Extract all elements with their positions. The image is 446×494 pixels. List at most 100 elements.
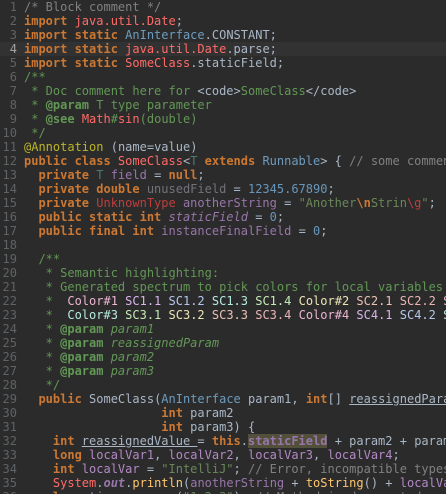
code-token: Color#2 bbox=[298, 294, 357, 308]
code-text[interactable]: * @see Math#sin(double) bbox=[24, 112, 197, 126]
code-line[interactable]: 6 /** bbox=[0, 70, 446, 84]
code-line[interactable]: 32 int reassignedValue = this.staticFiel… bbox=[0, 434, 446, 448]
code-text[interactable]: * Generated spectrum to pick colors for … bbox=[24, 280, 446, 294]
line-number: 7 bbox=[9, 84, 17, 98]
code-text[interactable]: System.out.println(anotherString + toStr… bbox=[24, 476, 446, 490]
code-text[interactable]: * @param T type parameter bbox=[24, 98, 212, 112]
code-line[interactable]: 27 * @param param3 bbox=[0, 364, 446, 378]
code-token: "1.2.3" bbox=[183, 490, 234, 494]
code-line[interactable]: 23 * Color#3 SC3.1 SC3.2 SC3.3 SC3.4 Col… bbox=[0, 308, 446, 322]
code-line[interactable]: 20 * Semantic highlighting: bbox=[0, 266, 446, 280]
line-number: 1 bbox=[9, 0, 17, 14]
code-token: println bbox=[132, 476, 183, 490]
code-line[interactable]: 5 import static SomeClass.staticField; bbox=[0, 56, 446, 70]
code-text[interactable]: int param3) { bbox=[24, 420, 255, 434]
code-text[interactable]: import static java.util.Date.parse; bbox=[24, 42, 277, 56]
line-number: 26 bbox=[2, 350, 17, 364]
code-token: ; bbox=[276, 56, 285, 70]
code-line[interactable]: 3 import static AnInterface.CONSTANT; bbox=[0, 28, 446, 42]
code-line[interactable]: 25 * @param reassignedParam bbox=[0, 336, 446, 350]
code-text[interactable]: public class SomeClass<T extends Runnabl… bbox=[24, 154, 446, 168]
line-number: 14 bbox=[2, 182, 17, 196]
code-token: ; bbox=[327, 182, 335, 196]
code-text[interactable]: import static AnInterface.CONSTANT; bbox=[24, 28, 277, 42]
code-line[interactable]: 35 System.out.println(anotherString + to… bbox=[0, 476, 446, 490]
code-token: SC4.2 bbox=[399, 308, 444, 322]
code-line[interactable]: 14 private double unusedField = 12345.67… bbox=[0, 182, 446, 196]
code-token: UnknownType bbox=[96, 196, 183, 210]
code-text[interactable]: @Annotation (name=value) bbox=[24, 140, 197, 154]
code-text[interactable]: * Color#1 SC1.1 SC1.2 SC1.3 SC1.4 Color#… bbox=[24, 294, 446, 308]
code-token: = bbox=[255, 210, 270, 224]
code-text[interactable]: /** bbox=[24, 70, 46, 84]
code-text[interactable]: import java.util.Date; bbox=[24, 14, 183, 28]
code-text[interactable]: int reassignedValue = this.staticField +… bbox=[24, 434, 446, 448]
code-token: extends bbox=[204, 154, 263, 168]
code-token: = bbox=[154, 168, 169, 182]
code-text[interactable]: * @param param1 bbox=[24, 322, 154, 336]
code-token: * bbox=[24, 112, 46, 126]
code-token: unusedField bbox=[146, 182, 234, 196]
code-text[interactable]: public final int instanceFinalField = 0; bbox=[24, 224, 327, 238]
code-line[interactable]: 24 * @param param1 bbox=[0, 322, 446, 336]
code-text[interactable]: * Semantic highlighting: bbox=[24, 266, 219, 280]
code-line[interactable]: 2 import java.util.Date; bbox=[0, 14, 446, 28]
code-line[interactable]: 10 */ bbox=[0, 126, 446, 140]
code-token: SC1.2 bbox=[168, 294, 212, 308]
code-line[interactable]: 30 int param2 bbox=[0, 406, 446, 420]
code-line[interactable]: 16 public static int staticField = 0; bbox=[0, 210, 446, 224]
code-text[interactable]: int param2 bbox=[24, 406, 234, 420]
code-text[interactable]: private double unusedField = 12345.67890… bbox=[24, 182, 335, 196]
code-text[interactable]: private UnknownType anotherString = "Ano… bbox=[24, 196, 435, 210]
code-line[interactable]: 31 int param3) { bbox=[0, 420, 446, 434]
code-token: toString bbox=[305, 476, 364, 490]
code-line[interactable]: 33 long localVar1, localVar2, localVar3,… bbox=[0, 448, 446, 462]
code-text[interactable]: * @param param2 bbox=[24, 350, 154, 364]
code-text[interactable]: */ bbox=[24, 126, 45, 140]
code-text[interactable]: long localVar1, localVar2, localVar3, lo… bbox=[24, 448, 400, 462]
code-token: @param bbox=[60, 350, 111, 364]
code-text[interactable]: * Color#3 SC3.1 SC3.2 SC3.3 SC3.4 Color#… bbox=[24, 308, 446, 322]
code-line[interactable]: 7 * Doc comment here for <code>SomeClass… bbox=[0, 84, 446, 98]
code-text[interactable]: import static SomeClass.staticField; bbox=[24, 56, 284, 70]
code-token: 12345.67890 bbox=[247, 182, 328, 196]
code-line[interactable]: 34 int localVar = "IntelliJ"; // Error, … bbox=[0, 462, 446, 476]
code-text[interactable]: int localVar = "IntelliJ"; // Error, inc… bbox=[24, 462, 446, 476]
code-line[interactable]: 26 * @param param2 bbox=[0, 350, 446, 364]
code-text[interactable]: * Doc comment here for <code>SomeClass</… bbox=[24, 84, 356, 98]
code-token: ) { bbox=[233, 420, 256, 434]
code-line[interactable]: 4 import static java.util.Date.parse; bbox=[0, 42, 446, 56]
code-line[interactable]: 12 public class SomeClass<T extends Runna… bbox=[0, 154, 446, 168]
code-line[interactable]: 21 * Generated spectrum to pick colors f… bbox=[0, 280, 446, 294]
code-text[interactable]: * @param reassignedParam bbox=[24, 336, 219, 350]
code-text[interactable]: long time = parse("1.2.3"); // Method is… bbox=[24, 490, 422, 494]
code-line[interactable]: 9 * @see Math#sin(double) bbox=[0, 112, 446, 126]
code-token: /* Block comment */ bbox=[24, 0, 162, 14]
code-line[interactable]: 18 bbox=[0, 238, 446, 252]
code-line[interactable]: 36 long time = parse("1.2.3"); // Method… bbox=[0, 490, 446, 494]
code-token: * bbox=[24, 294, 68, 308]
code-line[interactable]: 1 /* Block comment */ bbox=[0, 0, 446, 14]
code-line[interactable]: 13 private T field = null; bbox=[0, 168, 446, 182]
line-number: 17 bbox=[2, 224, 17, 238]
code-line[interactable]: 15 private UnknownType anotherString = "… bbox=[0, 196, 446, 210]
code-line[interactable]: 11 @Annotation (name=value) bbox=[0, 140, 446, 154]
code-text[interactable]: private T field = null; bbox=[24, 168, 204, 182]
code-line[interactable]: 22 * Color#1 SC1.1 SC1.2 SC1.3 SC1.4 Col… bbox=[0, 294, 446, 308]
code-line[interactable]: 17 public final int instanceFinalField =… bbox=[0, 224, 446, 238]
code-text[interactable]: /** bbox=[24, 252, 60, 266]
code-token: param2 bbox=[190, 406, 234, 420]
code-text[interactable]: public static int staticField = 0; bbox=[24, 210, 284, 224]
line-number: 4 bbox=[9, 42, 17, 56]
code-line[interactable]: 29 public SomeClass(AnInterface param1, … bbox=[0, 392, 446, 406]
code-text[interactable]: */ bbox=[24, 378, 60, 392]
code-text[interactable]: * @param param3 bbox=[24, 364, 154, 378]
code-line[interactable]: 8 * @param T type parameter bbox=[0, 98, 446, 112]
code-line[interactable]: 19 /** bbox=[0, 252, 446, 266]
code-line[interactable]: 28 */ bbox=[0, 378, 446, 392]
code-text[interactable]: public SomeClass(AnInterface param1, int… bbox=[24, 392, 446, 406]
code-text[interactable]: /* Block comment */ bbox=[24, 0, 161, 14]
code-token: public static int bbox=[24, 210, 169, 224]
code-editor[interactable]: 1 /* Block comment */ 2 import java.util.Da… bbox=[0, 0, 446, 494]
code-token: long bbox=[24, 448, 90, 462]
